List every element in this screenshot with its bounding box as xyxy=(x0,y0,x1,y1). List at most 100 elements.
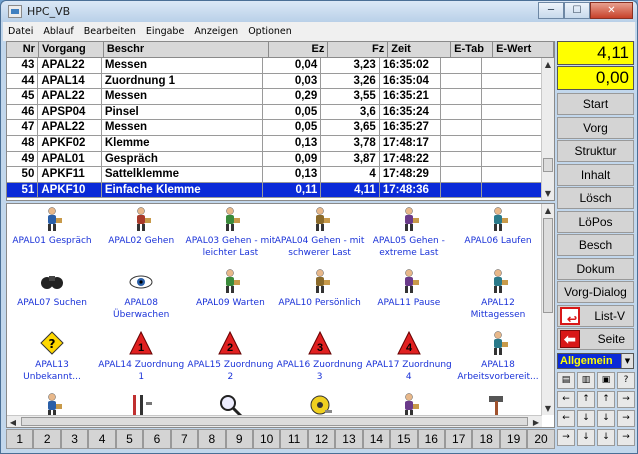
menu-ablauf[interactable]: Ablauf xyxy=(38,26,78,37)
palette-item[interactable]: 3 APAL16 Zuordnung 3 xyxy=(275,330,365,383)
toolbar-button-icon[interactable]: ↑ xyxy=(597,391,615,408)
seite-button[interactable]: ⬅ Seite xyxy=(557,328,634,350)
table-row[interactable]: 47 APAL22 Messen 0,05 3,65 16:35:27 xyxy=(7,120,542,136)
palette-item[interactable]: APAL06 Laufen xyxy=(453,206,543,247)
palette-item[interactable]: APAL07 Suchen xyxy=(7,268,97,309)
page-button-14[interactable]: 14 xyxy=(362,429,391,449)
palette-item[interactable]: 4 APAL17 Zuordnung 4 xyxy=(364,330,454,383)
page-button-4[interactable]: 4 xyxy=(88,429,116,449)
hscroll-thumb[interactable] xyxy=(21,417,528,426)
table-row[interactable]: 49 APAL01 Gespräch 0,09 3,87 17:48:22 xyxy=(7,151,542,168)
toolbar-button-icon[interactable]: → xyxy=(617,410,635,427)
page-button-7[interactable]: 7 xyxy=(170,429,199,449)
sidebar-button-l-pos[interactable]: LöPos xyxy=(557,210,634,233)
palette-item[interactable]: APAL11 Pause xyxy=(364,268,454,309)
palette-hscrollbar[interactable]: ◀ ▶ xyxy=(7,415,542,427)
toolbar-button-icon[interactable]: → xyxy=(617,429,635,446)
palette-scroll-up-icon[interactable]: ▲ xyxy=(542,204,554,217)
palette-scrollbar[interactable]: ▲ ▼ xyxy=(541,204,554,415)
sidebar-button-start[interactable]: Start xyxy=(557,93,634,115)
toolbar-button-icon[interactable]: ? xyxy=(617,372,635,389)
sidebar-button-l-sch[interactable]: Lösch xyxy=(557,187,634,209)
toolbar-button-icon[interactable]: → xyxy=(557,429,575,446)
toolbar-button-icon[interactable]: ↑ xyxy=(577,391,595,408)
table-row[interactable]: 44 APAL14 Zuordnung 1 0,03 3,26 16:35:04 xyxy=(7,73,542,90)
table-scrollbar[interactable]: ▲ ▼ xyxy=(541,58,554,200)
page-button-10[interactable]: 10 xyxy=(252,429,281,449)
header-zeit[interactable]: Zeit xyxy=(388,42,452,58)
list-v-button[interactable]: ↩ List-V xyxy=(557,304,634,327)
sidebar-button-dokum[interactable]: Dokum xyxy=(557,257,634,280)
palette-scroll-down-icon[interactable]: ▼ xyxy=(542,402,554,415)
page-button-16[interactable]: 16 xyxy=(417,429,445,449)
page-button-11[interactable]: 11 xyxy=(280,429,308,449)
menu-anzeigen[interactable]: Anzeigen xyxy=(189,26,243,37)
page-button-8[interactable]: 8 xyxy=(198,429,226,449)
palette-item[interactable]: 2 APAL15 Zuordnung 2 xyxy=(185,330,275,383)
scroll-up-icon[interactable]: ▲ xyxy=(542,58,554,71)
palette-item[interactable]: APAL08 Überwachen xyxy=(96,268,186,321)
page-button-20[interactable]: 20 xyxy=(527,429,555,449)
toolbar-button-icon[interactable]: ← xyxy=(557,410,575,427)
palette-item[interactable]: APAL04 Gehen - mit schwerer Last xyxy=(275,206,365,259)
page-button-12[interactable]: 12 xyxy=(307,429,336,449)
header-e-tab[interactable]: E-Tab xyxy=(451,42,494,58)
menu-datei[interactable]: Datei xyxy=(3,26,38,37)
page-button-6[interactable]: 6 xyxy=(143,429,171,449)
toolbar-button-icon[interactable]: ▣ xyxy=(597,372,615,389)
menu-eingabe[interactable]: Eingabe xyxy=(141,26,189,37)
palette-item[interactable]: APAL09 Warten xyxy=(185,268,275,309)
table-row[interactable]: 46 APSP04 Pinsel 0,05 3,6 16:35:24 xyxy=(7,104,542,121)
page-button-9[interactable]: 9 xyxy=(225,429,253,449)
page-button-19[interactable]: 19 xyxy=(499,429,528,449)
menu-bearbeiten[interactable]: Bearbeiten xyxy=(79,26,141,37)
maximize-button[interactable]: ☐ xyxy=(564,2,590,19)
header-ez[interactable]: Ez xyxy=(269,42,329,58)
sidebar-button-vorg-dialog[interactable]: Vorg-Dialog xyxy=(557,281,634,303)
scroll-right-icon[interactable]: ▶ xyxy=(530,416,542,427)
palette-item[interactable]: ? APAL13 Unbekannt... xyxy=(7,330,97,383)
header-e-wert[interactable]: E-Wert xyxy=(493,42,554,58)
scroll-down-icon[interactable]: ▼ xyxy=(542,187,554,200)
table-row[interactable]: 43 APAL22 Messen 0,04 3,23 16:35:02 xyxy=(7,58,542,74)
scroll-thumb[interactable] xyxy=(543,158,553,172)
toolbar-button-icon[interactable]: → xyxy=(617,391,635,408)
sidebar-button-besch[interactable]: Besch xyxy=(557,234,634,256)
page-button-3[interactable]: 3 xyxy=(60,429,89,449)
header-beschr[interactable]: Beschr xyxy=(104,42,269,58)
minimize-button[interactable]: ─ xyxy=(538,2,564,19)
header-nr[interactable]: Nr xyxy=(7,42,39,58)
sidebar-button-vorg[interactable]: Vorg xyxy=(557,116,634,139)
toolbar-button-icon[interactable]: ▤ xyxy=(557,372,575,389)
table-row[interactable]: 51 APKF10 Einfache Klemme 0,11 4,11 17:48:36 xyxy=(7,182,542,199)
toolbar-button-icon[interactable]: ▥ xyxy=(577,372,595,389)
palette-item[interactable]: APAL02 Gehen xyxy=(96,206,186,247)
title-bar[interactable]: HPC_VB ─ ☐ ✕ xyxy=(1,1,637,22)
palette-item[interactable]: APAL10 Persönlich xyxy=(275,268,365,309)
sidebar-button-struktur[interactable]: Struktur xyxy=(557,140,634,162)
scroll-left-icon[interactable]: ◀ xyxy=(7,416,19,427)
chevron-down-icon[interactable]: ▼ xyxy=(621,354,633,368)
page-button-1[interactable]: 1 xyxy=(6,429,34,449)
palette-scroll-thumb[interactable] xyxy=(543,218,553,313)
header-fz[interactable]: Fz xyxy=(328,42,389,58)
palette-item[interactable]: 1 APAL14 Zuordnung 1 xyxy=(96,330,186,383)
table-row[interactable]: 50 APKF11 Sattelklemme 0,13 4 17:48:29 xyxy=(7,167,542,183)
toolbar-button-icon[interactable]: ← xyxy=(557,391,575,408)
palette-item[interactable]: APAL18 Arbeitsvorbereit... xyxy=(453,330,543,383)
page-button-15[interactable]: 15 xyxy=(390,429,418,449)
close-button[interactable]: ✕ xyxy=(590,2,633,19)
palette-item[interactable]: APAL05 Gehen - extreme Last xyxy=(364,206,454,259)
header-vorgang[interactable]: Vorgang xyxy=(39,42,104,58)
page-button-18[interactable]: 18 xyxy=(472,429,500,449)
page-button-13[interactable]: 13 xyxy=(335,429,363,449)
toolbar-button-icon[interactable]: ↓ xyxy=(597,429,615,446)
palette-item[interactable]: APAL01 Gespräch xyxy=(7,206,97,247)
page-button-17[interactable]: 17 xyxy=(445,429,473,449)
sidebar-button-inhalt[interactable]: Inhalt xyxy=(557,163,634,186)
toolbar-button-icon[interactable]: ↓ xyxy=(597,410,615,427)
palette-item[interactable]: APAL12 Mittagessen xyxy=(453,268,543,321)
toolbar-button-icon[interactable]: ↓ xyxy=(577,429,595,446)
category-dropdown[interactable]: Allgemein ▼ xyxy=(557,353,634,369)
table-row[interactable]: 45 APAL22 Messen 0,29 3,55 16:35:21 xyxy=(7,89,542,105)
